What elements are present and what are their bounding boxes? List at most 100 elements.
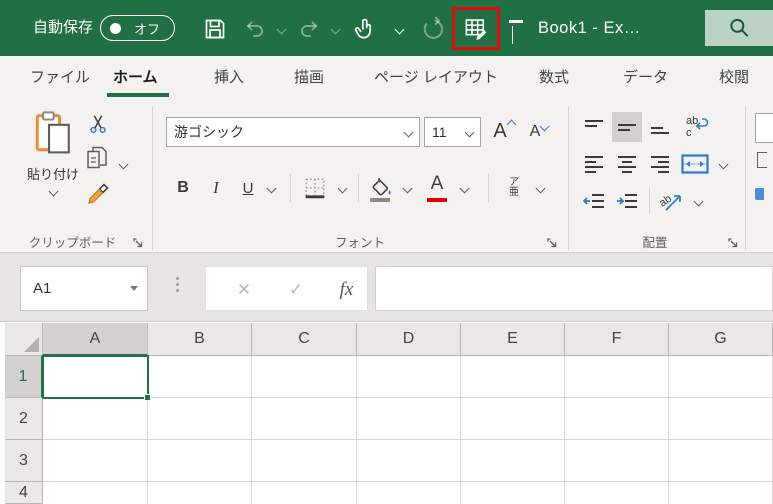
fill-color-dropdown[interactable] [399, 174, 415, 202]
decrease-indent-button[interactable] [579, 186, 609, 216]
decrease-font-size-button[interactable]: A [524, 116, 554, 148]
insert-function-button[interactable]: fx [324, 267, 369, 312]
autosave-toggle[interactable]: オフ [100, 15, 175, 41]
font-color-A: A [430, 173, 444, 194]
borders-dropdown[interactable] [334, 174, 350, 202]
underline-button[interactable]: U [236, 172, 260, 204]
fill-color-button[interactable] [366, 172, 396, 204]
redo-button[interactable] [296, 16, 322, 42]
middle-align-button[interactable] [612, 112, 642, 142]
name-box-dropdown-icon[interactable] [130, 286, 138, 291]
column-header-G[interactable]: G [669, 323, 773, 356]
orientation-button[interactable]: ab [656, 186, 688, 216]
select-all-button[interactable] [5, 323, 43, 356]
align-center-button[interactable] [612, 149, 642, 179]
column-header-C[interactable]: C [252, 323, 357, 356]
customize-toolbar-dropdown[interactable] [512, 26, 513, 44]
row-header-3[interactable]: 3 [5, 440, 43, 482]
chevron-down-icon [512, 26, 513, 44]
merge-dropdown[interactable] [715, 151, 731, 177]
chevron-down-icon [464, 127, 475, 137]
formula-bar-resize-handle[interactable] [176, 277, 179, 292]
repeat-button[interactable] [420, 16, 446, 42]
customize-toolbar-bar [509, 20, 523, 23]
bold-button[interactable]: B [170, 172, 196, 204]
name-box[interactable]: A1 [20, 266, 148, 311]
underline-dropdown[interactable] [263, 174, 279, 202]
copy-icon [85, 145, 109, 171]
phonetic-dropdown[interactable] [532, 174, 548, 202]
font-name-combo[interactable]: 游ゴシック [166, 117, 420, 147]
font-size-combo[interactable]: 11 [424, 117, 481, 147]
font-dialog-launcher[interactable] [546, 236, 558, 248]
bottom-align-button[interactable] [645, 112, 675, 142]
font-color-button[interactable]: A [422, 172, 452, 204]
tab-review[interactable]: 校閲 [719, 56, 749, 100]
tab-formulas[interactable]: 数式 [539, 56, 569, 100]
undo-button[interactable] [242, 16, 268, 42]
column-header-B[interactable]: B [148, 323, 252, 356]
clipboard-dialog-launcher[interactable] [132, 236, 144, 248]
selected-cell-A1[interactable] [42, 355, 151, 401]
fill-handle[interactable] [144, 394, 151, 401]
top-align-icon [585, 120, 603, 127]
cancel-button[interactable]: ✕ [224, 267, 264, 312]
column-header-D[interactable]: D [357, 323, 461, 356]
wrap-text-button[interactable]: ab c [680, 110, 712, 142]
fill-color-icon [368, 173, 394, 203]
autosave-label: 自動保存 [33, 19, 94, 36]
row-header-4[interactable]: 4 [5, 482, 43, 504]
copy-dropdown[interactable] [116, 152, 130, 176]
increase-indent-icon [617, 194, 637, 208]
align-right-button[interactable] [645, 149, 675, 179]
tab-insert[interactable]: 挿入 [214, 56, 244, 100]
merge-center-button[interactable] [679, 149, 711, 179]
alignment-group-label: 配置 [642, 236, 668, 250]
tab-data[interactable]: データ [623, 56, 668, 100]
format-painter-button[interactable] [86, 182, 110, 206]
paste-button[interactable]: 貼り付け [18, 108, 88, 220]
redo-dropdown[interactable] [322, 16, 348, 42]
phonetic-guide-button[interactable]: ア 亜 [500, 172, 528, 204]
alignment-dialog-launcher[interactable] [727, 236, 739, 248]
chevron-down-icon [276, 24, 286, 34]
document-title: Book1 - Ex… [538, 19, 641, 37]
touch-mouse-mode-button[interactable] [352, 16, 378, 42]
edit-table-icon[interactable] [463, 15, 490, 42]
borders-icon [304, 177, 326, 199]
increase-font-size-button[interactable]: A [488, 114, 520, 148]
toggle-dot [110, 22, 121, 34]
chevron-down-icon [459, 183, 469, 193]
save-button[interactable] [202, 16, 228, 42]
touch-mode-dropdown[interactable] [386, 16, 412, 42]
column-header-F[interactable]: F [565, 323, 669, 356]
column-header-E[interactable]: E [461, 323, 565, 356]
italic-button[interactable]: I [203, 172, 229, 204]
formula-input[interactable] [375, 266, 773, 311]
chevron-down-icon [337, 183, 347, 193]
increase-font-label: A [493, 119, 507, 142]
align-left-button[interactable] [579, 149, 609, 179]
font-size-value: 11 [432, 124, 447, 140]
tab-page-layout[interactable]: ページ レイアウト [374, 56, 498, 100]
tab-draw[interactable]: 描画 [294, 56, 324, 100]
tab-file[interactable]: ファイル [30, 56, 90, 100]
svg-text:ab: ab [686, 115, 698, 127]
font-color-dropdown[interactable] [456, 174, 472, 202]
row-header-2[interactable]: 2 [5, 398, 43, 440]
number-format-combo-partial[interactable] [755, 113, 773, 143]
cut-button[interactable] [86, 112, 110, 136]
orientation-dropdown[interactable] [690, 188, 706, 214]
paste-dropdown-chevron[interactable] [48, 186, 58, 197]
increase-indent-button[interactable] [612, 186, 642, 216]
undo-dropdown[interactable] [268, 16, 294, 42]
copy-button[interactable] [85, 146, 109, 170]
align-right-icon [651, 156, 669, 173]
worksheet-grid: ABCDEFG 1234 [0, 322, 773, 504]
column-header-A[interactable]: A [43, 323, 148, 356]
borders-button[interactable] [300, 174, 330, 202]
search-button[interactable] [705, 10, 773, 46]
top-align-button[interactable] [579, 112, 609, 142]
enter-button[interactable]: ✓ [276, 267, 316, 312]
row-header-1[interactable]: 1 [5, 356, 43, 398]
